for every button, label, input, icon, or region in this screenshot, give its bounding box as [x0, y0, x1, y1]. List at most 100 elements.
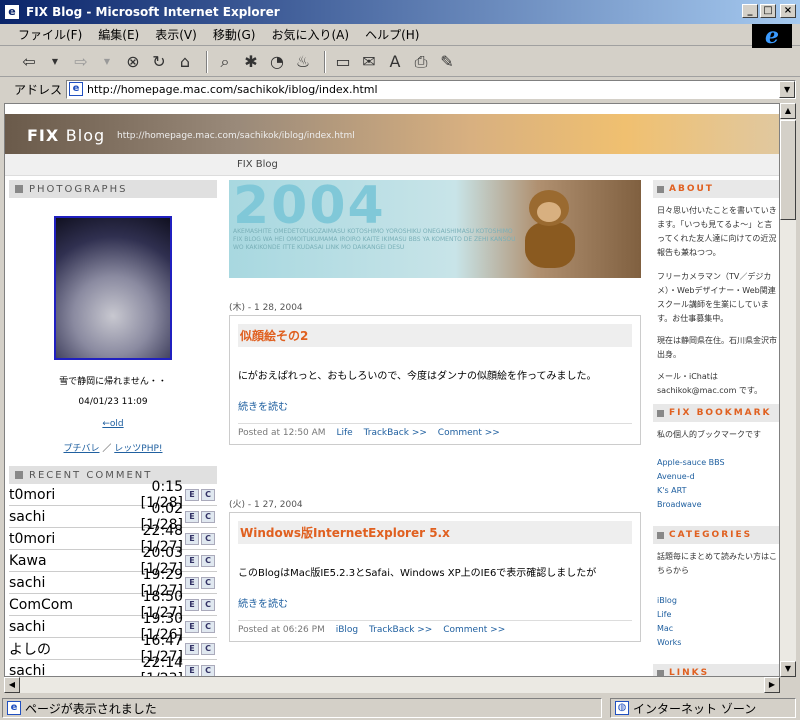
post-footer: Posted at 12:50 AM Life TrackBack >> Com… [238, 423, 632, 438]
edit-icon[interactable]: ✎ [436, 51, 458, 73]
comment-entry-button[interactable]: E [185, 510, 199, 523]
comment-view-button[interactable]: C [201, 598, 215, 611]
categories-text: 話題毎にまとめて読みたい方はこちらから [657, 552, 777, 575]
post-title[interactable]: 似顔絵その2 [238, 324, 632, 347]
close-button[interactable]: × [780, 4, 796, 18]
comment-entry-button[interactable]: E [185, 642, 199, 655]
comment-link[interactable]: Comment >> [443, 625, 505, 635]
trackback-link[interactable]: TrackBack >> [369, 625, 432, 635]
comment-entry-button[interactable]: E [185, 620, 199, 633]
scroll-left-icon[interactable]: ◀ [4, 677, 20, 693]
minimize-button[interactable]: _ [742, 4, 758, 18]
history-icon[interactable]: ◔ [266, 51, 288, 73]
status-text: ページが表示されました [25, 701, 157, 716]
toolbar-separator [324, 50, 326, 73]
bookmark-link[interactable]: Broadwave [653, 498, 779, 512]
comment-entry-button[interactable]: E [185, 532, 199, 545]
post-category-link[interactable]: iBlog [336, 625, 358, 635]
bookmark-link[interactable]: Avenue-d [653, 470, 779, 484]
back-dropdown-icon[interactable]: ▼ [44, 51, 66, 73]
post-time: Posted at 06:26 PM [238, 625, 325, 635]
vertical-scroll-thumb[interactable] [780, 120, 796, 220]
main-content: 2004 AKEMASHITE OMEDETOUGOZAIMASU KOTOSH… [229, 180, 641, 642]
comment-link[interactable]: Comment >> [438, 428, 500, 438]
channels-icon[interactable]: ♨ [292, 51, 314, 73]
maximize-button[interactable]: □ [760, 4, 776, 18]
address-dropdown-icon[interactable]: ▼ [779, 80, 796, 98]
comment-view-button[interactable]: C [201, 532, 215, 545]
comment-view-button[interactable]: C [201, 554, 215, 567]
stop-icon[interactable]: ⊗ [122, 51, 144, 73]
page-icon: e [69, 82, 84, 96]
font-size-icon[interactable]: A [384, 51, 406, 73]
bookmark-list: Apple-sauce BBS Avenue-d K's ART Broadwa… [653, 456, 779, 512]
address-url[interactable]: http://homepage.mac.com/sachikok/iblog/i… [87, 83, 378, 96]
toolbar: ⇦ ▼ ⇨ ▼ ⊗ ↻ ⌂ ⌕ ✱ ◔ ♨ ▭ ✉ A ⎙ ✎ [0, 47, 800, 77]
page-loaded-icon: e [7, 701, 21, 715]
scroll-up-icon[interactable]: ▲ [780, 103, 796, 119]
comment-view-button[interactable]: C [201, 488, 215, 501]
category-link[interactable]: Life [653, 608, 779, 622]
menu-help[interactable]: ヘルプ(H) [365, 26, 419, 43]
snow-photo[interactable] [54, 216, 172, 360]
home-icon[interactable]: ⌂ [174, 51, 196, 73]
back-icon[interactable]: ⇦ [18, 51, 40, 73]
post-title[interactable]: Windows版InternetExplorer 5.x [238, 521, 632, 544]
comment-entry-button[interactable]: E [185, 554, 199, 567]
lets-php-link[interactable]: レッツPHP! [114, 444, 162, 454]
trackback-link[interactable]: TrackBack >> [364, 428, 427, 438]
comment-entry-button[interactable]: E [185, 664, 199, 676]
category-link[interactable]: Mac [653, 622, 779, 636]
print-icon[interactable]: ⎙ [410, 51, 432, 73]
bookmark-link[interactable]: Apple-sauce BBS [653, 456, 779, 470]
bookmark-link[interactable]: K's ART [653, 484, 779, 498]
comment-view-button[interactable]: C [201, 576, 215, 589]
menu-go[interactable]: 移動(G) [213, 26, 256, 43]
status-text-pane: e ページが表示されました [2, 698, 602, 718]
search-icon[interactable]: ⌕ [214, 51, 236, 73]
old-photo-link[interactable]: ←old [9, 419, 217, 429]
bookmark-text: 私の個人的ブックマークです [657, 430, 761, 439]
forward-dropdown-icon[interactable]: ▼ [96, 51, 118, 73]
comment-entry-button[interactable]: E [185, 598, 199, 611]
comment-view-button[interactable]: C [201, 620, 215, 633]
menu-edit[interactable]: 編集(E) [98, 26, 139, 43]
favorites-icon[interactable]: ✱ [240, 51, 262, 73]
horizontal-scrollbar[interactable]: ◀ ▶ [4, 677, 780, 693]
scroll-down-icon[interactable]: ▼ [780, 661, 796, 677]
comment-view-button[interactable]: C [201, 510, 215, 523]
menu-view[interactable]: 表示(V) [155, 26, 197, 43]
address-input[interactable]: e http://homepage.mac.com/sachikok/iblog… [66, 79, 797, 99]
about-text: 日々思い付いたことを書いていきます。「いつも見てるよ～」と言ってくれた友人達に向… [657, 206, 777, 395]
category-link[interactable]: Works [653, 636, 779, 650]
banner-text: AKEMASHITE OMEDETOUGOZAIMASU KOTOSHIMO Y… [233, 228, 516, 251]
comment-row[interactable]: sachi 22:14 [1/23] E C [9, 655, 217, 676]
scroll-right-icon[interactable]: ▶ [764, 677, 780, 693]
refresh-icon[interactable]: ↻ [148, 51, 170, 73]
comment-entry-button[interactable]: E [185, 488, 199, 501]
blog-nav-link[interactable]: FIX Blog [237, 159, 278, 170]
blog-title-blog: Blog [65, 126, 106, 145]
zone-pane: ◍ インターネット ゾーン [610, 698, 796, 718]
post-category-link[interactable]: Life [336, 428, 352, 438]
photo-date: 04/01/23 11:09 [78, 397, 148, 407]
category-link[interactable]: iBlog [653, 594, 779, 608]
comment-view-button[interactable]: C [201, 642, 215, 655]
puchibare-link[interactable]: プチバレ [63, 444, 99, 454]
mail-icon[interactable]: ✉ [358, 51, 380, 73]
about-header: ABOUT [653, 180, 779, 198]
fullscreen-icon[interactable]: ▭ [332, 51, 354, 73]
categories-header: CATEGORIES [653, 526, 779, 544]
read-more-link[interactable]: 続きを読む [238, 595, 632, 610]
read-more-link[interactable]: 続きを読む [238, 398, 632, 413]
menu-file[interactable]: ファイル(F) [18, 26, 82, 43]
page-viewport: FIX Blog http://homepage.mac.com/sachiko… [4, 103, 780, 677]
comment-entry-button[interactable]: E [185, 576, 199, 589]
monkey-plush-icon [521, 190, 581, 270]
forward-icon[interactable]: ⇨ [70, 51, 92, 73]
vertical-scrollbar[interactable]: ▲ ▼ [780, 103, 796, 677]
post-time: Posted at 12:50 AM [238, 428, 326, 438]
menu-favorites[interactable]: お気に入り(A) [271, 26, 349, 43]
square-bullet-icon [657, 669, 664, 676]
comment-view-button[interactable]: C [201, 664, 215, 676]
